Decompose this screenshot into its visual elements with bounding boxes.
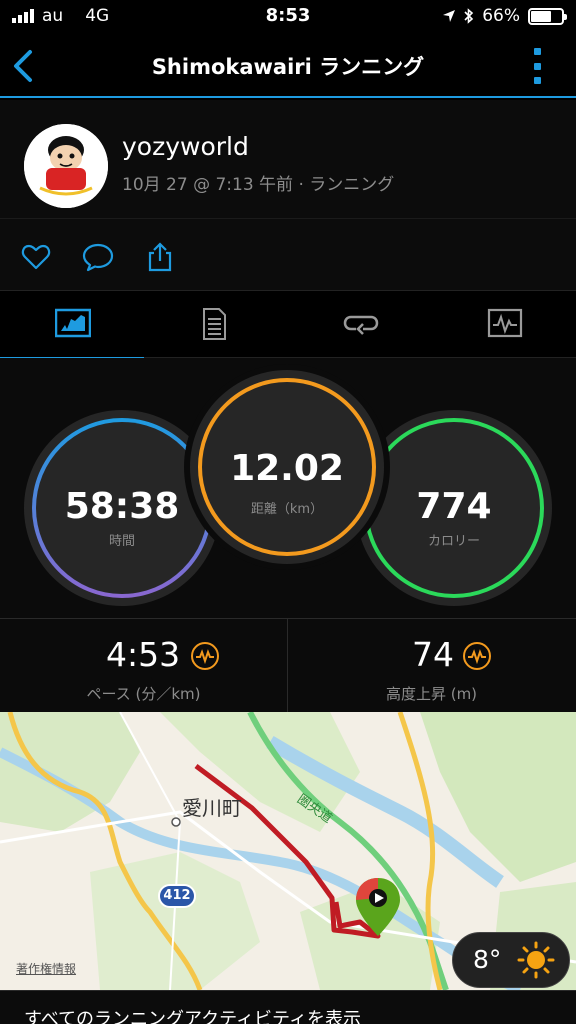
map-credit-link[interactable]: 著作権情報 xyxy=(16,960,76,977)
distance-value: 12.02 xyxy=(230,448,344,489)
tab-laps[interactable] xyxy=(288,291,432,359)
tab-charts[interactable] xyxy=(432,291,576,359)
weather-badge[interactable]: 8° xyxy=(452,932,570,988)
secondary-stats: 4:53 ペース (分／km) 74 高度上昇 (m) xyxy=(0,618,576,713)
bluetooth-icon xyxy=(464,8,474,24)
social-actions xyxy=(0,218,576,290)
distance-label: 距離（km） xyxy=(250,502,324,517)
town-label: 愛川町 xyxy=(182,796,242,820)
avatar[interactable] xyxy=(24,124,108,208)
graph-icon xyxy=(487,308,523,338)
battery-percent: 66% xyxy=(482,6,520,26)
calories-value: 774 xyxy=(416,486,492,527)
more-options-icon[interactable] xyxy=(534,48,542,84)
all-activities-link[interactable]: すべてのランニングアクティビティを表示 xyxy=(0,990,576,1024)
route-map[interactable]: 愛川町 412 圏央道 著作権情報 8° xyxy=(0,712,576,990)
laps-icon xyxy=(343,315,379,335)
battery-icon xyxy=(528,7,567,25)
all-activities-label: すべてのランニングアクティビティを表示 xyxy=(24,1009,361,1024)
time-label: 時間 xyxy=(108,534,135,549)
status-right: 66% xyxy=(442,6,567,26)
pace-stat: 4:53 ペース (分／km) xyxy=(0,619,287,713)
location-icon xyxy=(443,10,456,22)
elevation-label: 高度上昇 (m) xyxy=(385,685,478,703)
pace-value: 4:53 xyxy=(106,635,181,674)
document-icon xyxy=(203,308,226,340)
pace-chart-icon[interactable] xyxy=(190,641,220,671)
activity-header: yozyworld 10月 27 @ 7:13 午前 · ランニング xyxy=(0,100,576,218)
stats-panel: 58:38 時間 774 カロリー 12.02 距離（km） xyxy=(0,358,576,618)
elevation-stat: 74 高度上昇 (m) xyxy=(288,619,575,713)
pace-label: ペース (分／km) xyxy=(86,685,201,703)
calories-stat: 774 カロリー xyxy=(356,410,552,606)
temperature: 8° xyxy=(473,945,502,974)
activity-tabs xyxy=(0,290,576,360)
avatar-image xyxy=(24,124,108,208)
elevation-chart-icon[interactable] xyxy=(462,641,492,671)
page-title: Shimokawairi ランニング xyxy=(151,55,425,79)
tab-details[interactable] xyxy=(144,291,288,359)
heart-icon[interactable] xyxy=(20,241,52,273)
elevation-value: 74 xyxy=(412,635,454,674)
status-bar: au 4G 8:53 66% xyxy=(0,0,576,34)
sun-icon xyxy=(517,941,555,979)
calories-label: カロリー xyxy=(427,534,480,549)
share-icon[interactable] xyxy=(144,241,176,273)
nav-bar: Shimokawairi ランニング xyxy=(0,34,576,98)
username[interactable]: yozyworld xyxy=(122,132,249,161)
comment-icon[interactable] xyxy=(82,241,114,273)
route-number-badge: 412 xyxy=(158,884,196,908)
tab-overview[interactable] xyxy=(0,291,144,360)
activity-meta: 10月 27 @ 7:13 午前 · ランニング xyxy=(122,175,395,195)
overview-chart-icon xyxy=(55,308,91,338)
distance-stat: 12.02 距離（km） xyxy=(190,370,384,564)
